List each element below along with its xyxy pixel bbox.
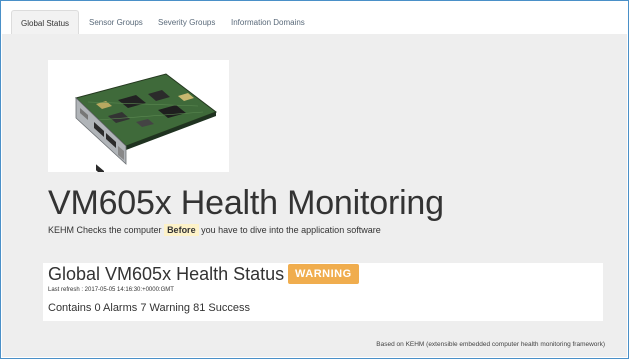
tab-global-status[interactable]: Global Status	[11, 10, 80, 35]
board-image	[48, 60, 229, 177]
app-window: Global Status Sensor Groups Severity Gro…	[0, 0, 629, 359]
subtitle-text-end: you have to dive into the application so…	[201, 225, 381, 235]
page-title: VM605x Health Monitoring	[48, 184, 444, 222]
tab-severity-groups[interactable]: Severity Groups	[149, 10, 224, 35]
main-content: VM605x Health Monitoring KEHM Checks the…	[2, 34, 627, 357]
circuit-board-icon	[75, 73, 218, 177]
tab-information-domains[interactable]: Information Domains	[222, 10, 314, 35]
footer-text: Based on KEHM (extensible embedded compu…	[376, 341, 605, 348]
page-subtitle: KEHM Checks the computer Before you have…	[48, 224, 381, 236]
status-counts: Contains 0 Alarms 7 Warning 81 Success	[48, 302, 250, 314]
status-panel: Global VM605x Health Status is: WARNING …	[43, 263, 603, 321]
status-badge: WARNING	[288, 264, 359, 284]
tab-sensor-groups[interactable]: Sensor Groups	[80, 10, 152, 35]
status-title: Global VM605x Health Status is:	[48, 264, 308, 284]
tab-bar: Global Status Sensor Groups Severity Gro…	[2, 2, 627, 35]
last-refresh: Last refresh : 2017-05-05 14:16:30:+0000…	[48, 287, 174, 293]
subtitle-highlight: Before	[164, 224, 199, 236]
subtitle-text: KEHM Checks the computer	[48, 225, 162, 235]
